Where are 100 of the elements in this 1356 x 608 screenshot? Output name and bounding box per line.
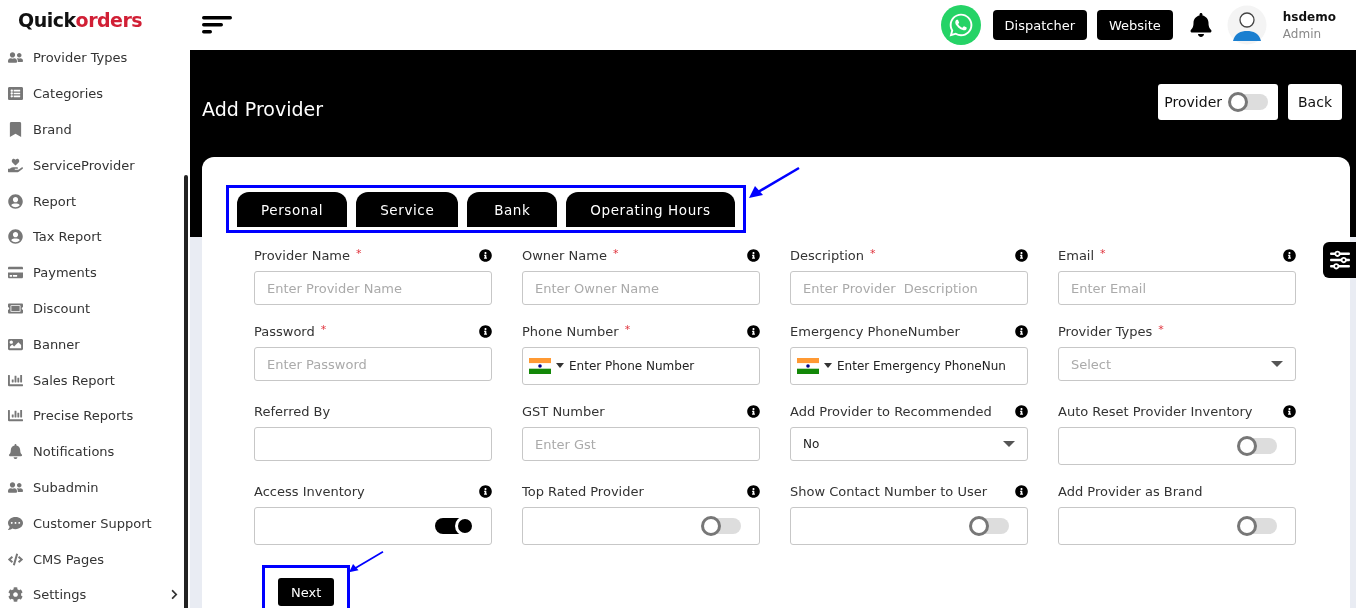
next-button[interactable]: Next [278,578,335,606]
input-field[interactable]: Enter Gst [522,427,760,461]
required-mark: * [320,323,327,336]
info-icon[interactable] [479,484,492,498]
sidebar-item[interactable]: Precise Reports [0,397,190,434]
user-name: hsdemo [1282,9,1336,24]
required-mark: * [624,323,631,336]
required-mark: * [1158,323,1164,336]
hand-icon [7,157,23,173]
flag-icon [529,358,551,374]
input-field[interactable] [254,427,492,461]
image-icon [7,336,23,352]
input-field[interactable]: Enter Email [1058,271,1296,305]
sidebar-item[interactable]: Brand [0,111,190,148]
people-icon [7,50,23,66]
sidebar-item[interactable]: Provider Types [0,40,190,76]
sidebar-item[interactable]: Customer Support [0,505,190,542]
field-label: Provider Types [1058,323,1153,339]
bookmark-icon [7,122,23,137]
field-label: Description [790,247,865,263]
field-label: Emergency PhoneNumber [790,323,960,339]
card-icon [7,265,23,281]
user-role: Admin [1282,26,1323,41]
scrollbar[interactable] [184,175,188,608]
tab[interactable]: Personal [237,192,348,227]
header-button[interactable]: Website [1097,10,1173,40]
sidebar-item[interactable]: Notifications [0,433,190,470]
settings-icon[interactable] [1323,242,1356,278]
sidebar-item[interactable]: Banner [0,326,190,363]
phone-input[interactable]: Enter Emergency PhoneNun [837,359,1021,373]
select-field[interactable]: No [790,427,1028,461]
info-icon[interactable] [1015,248,1028,262]
toggle-switch[interactable] [435,518,473,534]
provider-toggle-button[interactable]: Provider [1158,84,1278,120]
info-icon[interactable] [747,324,760,338]
sidebar-item[interactable]: Payments [0,254,190,291]
tab[interactable]: Service [356,192,459,227]
info-icon[interactable] [747,404,760,418]
required-mark: * [612,247,619,260]
toggle-switch[interactable] [1230,94,1268,110]
phone-input[interactable]: Enter Phone Number [569,359,753,373]
sidebar-item[interactable]: ServiceProvider [0,147,190,184]
toggle-switch[interactable] [1239,518,1277,534]
info-icon[interactable] [1015,484,1028,498]
sidebar-item[interactable]: CMS Pages [0,541,190,577]
field-label: GST Number [522,403,605,419]
field-label: Show Contact Number to User [790,483,988,499]
caret-icon [556,363,564,369]
info-icon[interactable] [747,248,760,262]
logo: Quickorders [17,8,144,33]
info-icon[interactable] [1283,248,1296,262]
tab[interactable]: Bank [467,192,558,227]
list-icon [7,86,23,102]
info-icon[interactable] [1015,324,1028,338]
people-icon [7,479,23,495]
sidebar-item[interactable]: Discount [0,290,190,327]
caret-icon [1271,360,1283,368]
toggle-switch[interactable] [1239,438,1277,454]
info-icon[interactable] [1283,404,1296,418]
info-icon[interactable] [1015,404,1028,418]
header-button[interactable]: Dispatcher [992,10,1087,40]
settings-icon [7,587,23,603]
chart-icon [7,372,23,388]
phone-field[interactable]: Enter Phone Number [522,347,760,385]
sidebar-item[interactable]: Report [0,183,190,219]
chart-icon [7,408,23,424]
info-icon[interactable] [479,248,492,262]
caret-icon [1003,440,1015,448]
sidebar-item[interactable]: Categories [0,75,190,112]
bell-icon[interactable] [1188,13,1213,37]
avatar-icon[interactable] [1226,5,1267,45]
input-field[interactable]: Enter Provider Name [254,271,492,305]
info-icon[interactable] [479,324,492,338]
field-label: Auto Reset Provider Inventory [1058,403,1253,419]
sidebar-item[interactable]: Sales Report [0,362,190,398]
toggle-switch[interactable] [971,518,1009,534]
bell-icon [7,444,23,460]
required-mark: * [356,247,362,260]
toggle-switch[interactable] [703,518,741,534]
chat-icon [7,515,23,531]
field-label: Password [254,323,315,339]
page-title: Add Provider [202,98,324,120]
code-icon [7,551,23,567]
sidebar-item[interactable]: Subadmin [0,469,190,506]
sidebar-item[interactable]: Tax Report [0,219,190,255]
back-button[interactable]: Back [1288,84,1342,120]
pointer-arrow [748,168,799,198]
field-label: Phone Number [522,323,619,339]
phone-field[interactable]: Enter Emergency PhoneNun [790,347,1028,385]
flag-icon [797,358,819,374]
input-field[interactable]: Enter Provider Description [790,271,1028,305]
field-label: Add Provider as Brand [1058,483,1203,499]
field-label: Access Inventory [254,483,365,499]
input-field[interactable]: Enter Password [254,347,492,381]
field-label: Add Provider to Recommended [790,403,992,419]
input-field[interactable]: Enter Owner Name [522,271,760,305]
field-label: Referred By [254,403,331,419]
tab[interactable]: Operating Hours [566,192,735,227]
sidebar-item[interactable]: Settings [0,576,190,608]
info-icon[interactable] [747,484,760,498]
